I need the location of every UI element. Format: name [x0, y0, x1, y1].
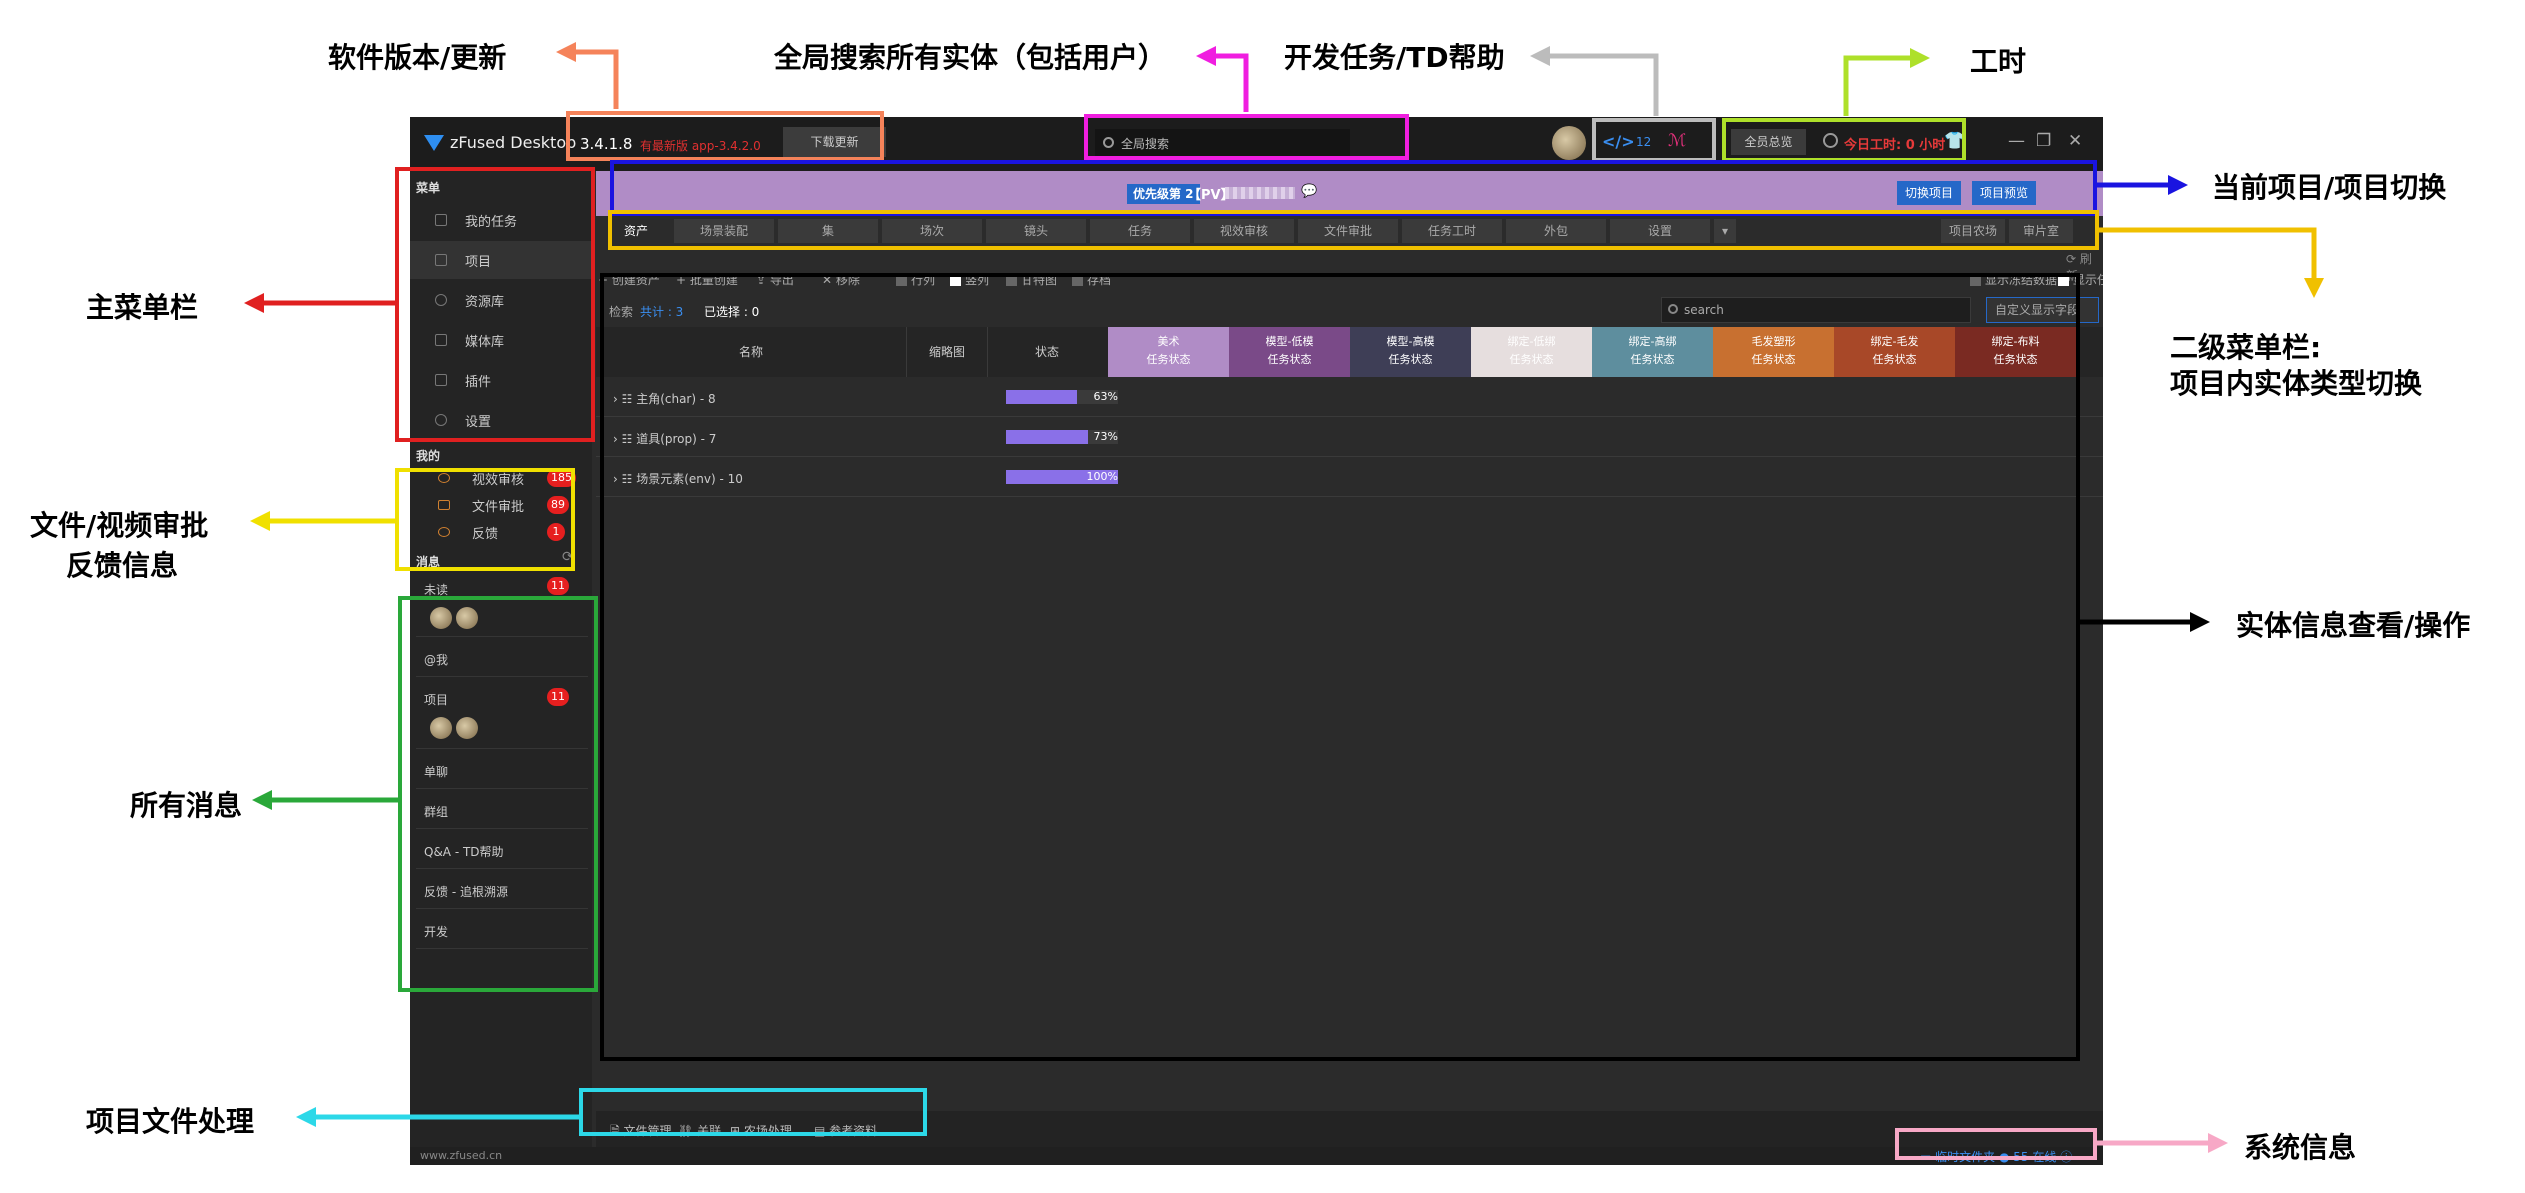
annotation-version: 软件版本/更新	[328, 41, 507, 74]
annotation-review-line2: 反馈信息	[66, 549, 179, 582]
annotation-project-switch: 当前项目/项目切换	[2212, 171, 2447, 204]
annotation-search: 全局搜索所有实体（包括用户）	[774, 41, 1167, 74]
annotation-entity: 实体信息查看/操作	[2236, 609, 2471, 642]
annotation-dev: 开发任务/TD帮助	[1284, 41, 1505, 74]
annotation-submenu-line1: 二级菜单栏:	[2170, 331, 2322, 364]
annotation-messages: 所有消息	[130, 789, 243, 822]
annotation-arrows	[244, 42, 2324, 1153]
annotation-system: 系统信息	[2244, 1131, 2357, 1164]
annotation-menu: 主菜单栏	[86, 291, 199, 324]
annotated-screenshot: zFused Desktop 3.4.1.8 有最新版 app-3.4.2.0 …	[0, 0, 2525, 1193]
annotation-worktime: 工时	[1970, 45, 2027, 78]
annotation-files: 项目文件处理	[86, 1105, 255, 1138]
annotation-review-line1: 文件/视频审批	[30, 509, 209, 542]
annotation-submenu-line2: 项目内实体类型切换	[2170, 367, 2423, 400]
